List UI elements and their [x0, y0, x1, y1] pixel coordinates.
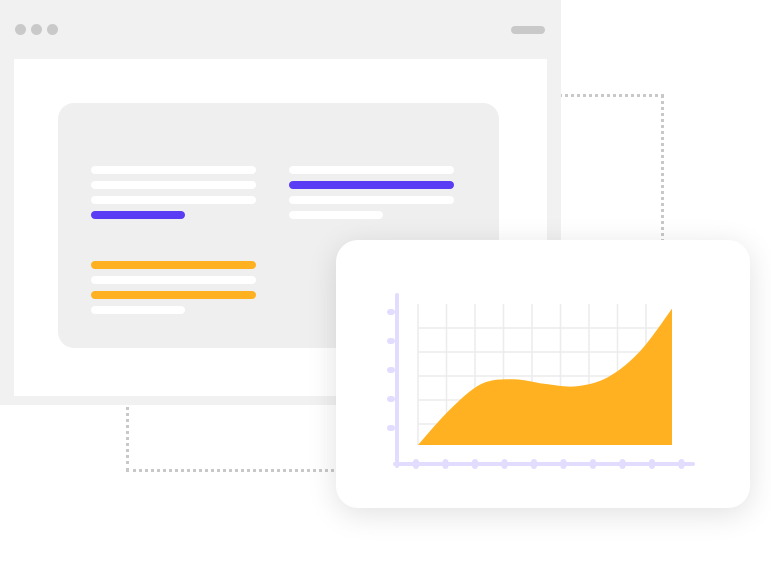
y-axis-tick [387, 396, 395, 402]
text-line-placeholder [91, 196, 256, 204]
chart-card [336, 240, 750, 508]
x-axis-tick [560, 459, 567, 469]
y-axis-tick [387, 309, 395, 315]
text-line-placeholder [289, 211, 383, 219]
text-line-placeholder [91, 181, 256, 189]
highlight-line-orange [91, 291, 256, 299]
text-line-placeholder [91, 166, 256, 174]
x-axis-tick [442, 459, 449, 469]
area-series [418, 308, 672, 445]
text-line-placeholder [91, 276, 256, 284]
menu-pill-icon[interactable] [511, 26, 545, 34]
y-axis-tick [387, 367, 395, 373]
highlight-line-purple [91, 211, 185, 219]
y-axis-tick [387, 338, 395, 344]
x-axis-tick [413, 459, 419, 469]
x-axis-tick [619, 459, 626, 469]
x-axis-tick [649, 459, 655, 469]
highlight-line-orange [91, 261, 256, 269]
text-line-placeholder [289, 196, 454, 204]
x-axis-tick [678, 459, 685, 469]
area-chart [387, 293, 695, 469]
x-axis-tick [531, 459, 537, 469]
window-dot-icon[interactable] [31, 24, 42, 35]
window-dot-icon[interactable] [15, 24, 26, 35]
x-axis-tick [501, 459, 508, 469]
text-line-placeholder [91, 306, 185, 314]
y-axis-tick [387, 425, 395, 431]
x-axis-tick [472, 459, 478, 469]
text-line-placeholder [289, 166, 454, 174]
window-dot-icon[interactable] [47, 24, 58, 35]
highlight-line-purple [289, 181, 454, 189]
x-axis-tick [590, 459, 596, 469]
